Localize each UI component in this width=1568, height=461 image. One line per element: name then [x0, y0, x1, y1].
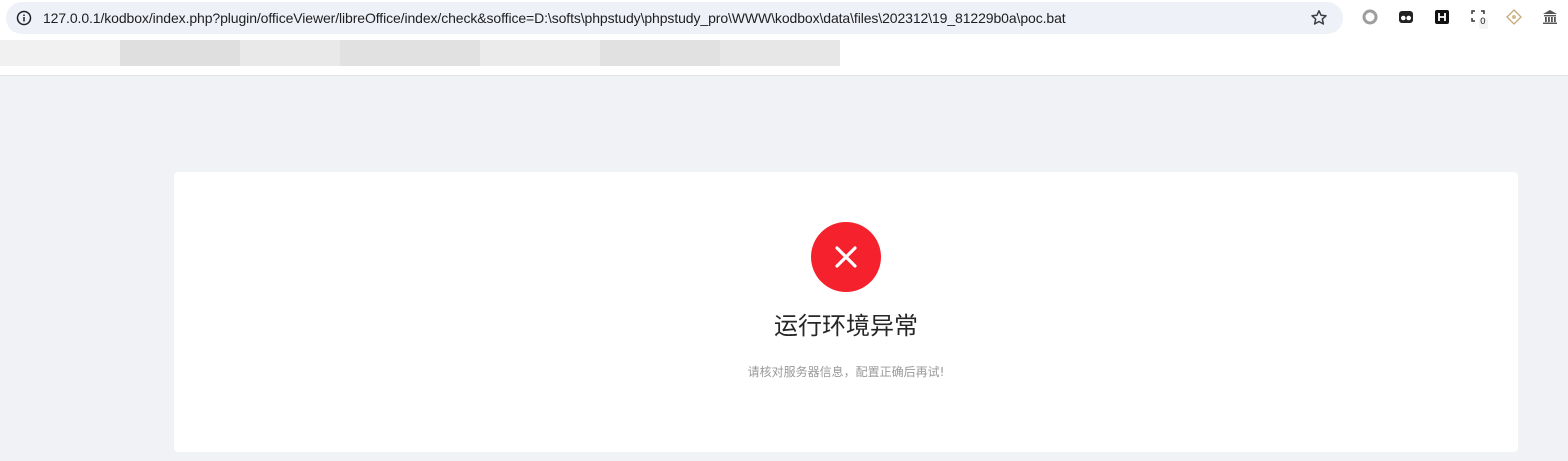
- browser-toolbar: 127.0.0.1/kodbox/index.php?plugin/office…: [0, 0, 1568, 36]
- bookmark-item[interactable]: [340, 40, 480, 66]
- info-icon[interactable]: [16, 10, 32, 26]
- error-card: 运行环境异常 请核对服务器信息，配置正确后再试!: [174, 172, 1518, 452]
- bookmark-item[interactable]: [240, 40, 340, 66]
- error-title: 运行环境异常: [774, 312, 918, 340]
- url-text[interactable]: 127.0.0.1/kodbox/index.php?plugin/office…: [43, 9, 1066, 27]
- address-bar[interactable]: 127.0.0.1/kodbox/index.php?plugin/office…: [6, 2, 1343, 34]
- close-circle-icon: [811, 222, 881, 292]
- scan-extension-icon[interactable]: 0: [1470, 9, 1488, 29]
- bookmark-item[interactable]: [120, 40, 240, 66]
- h-extension-icon[interactable]: [1434, 9, 1450, 25]
- bookmark-item[interactable]: [480, 40, 600, 66]
- bookmark-item[interactable]: [0, 40, 120, 66]
- building-extension-icon[interactable]: [1542, 9, 1558, 25]
- bookmark-item[interactable]: [720, 40, 840, 66]
- error-subtitle: 请核对服务器信息，配置正确后再试!: [747, 365, 945, 379]
- glasses-extension-icon[interactable]: [1398, 9, 1414, 25]
- bookmarks-bar: [0, 36, 1568, 76]
- bookmark-item[interactable]: [600, 40, 720, 66]
- star-icon[interactable]: [1310, 9, 1328, 27]
- extension-badge: 0: [1480, 17, 1486, 27]
- circle-extension-icon[interactable]: [1362, 9, 1378, 25]
- diamond-extension-icon[interactable]: [1506, 9, 1522, 25]
